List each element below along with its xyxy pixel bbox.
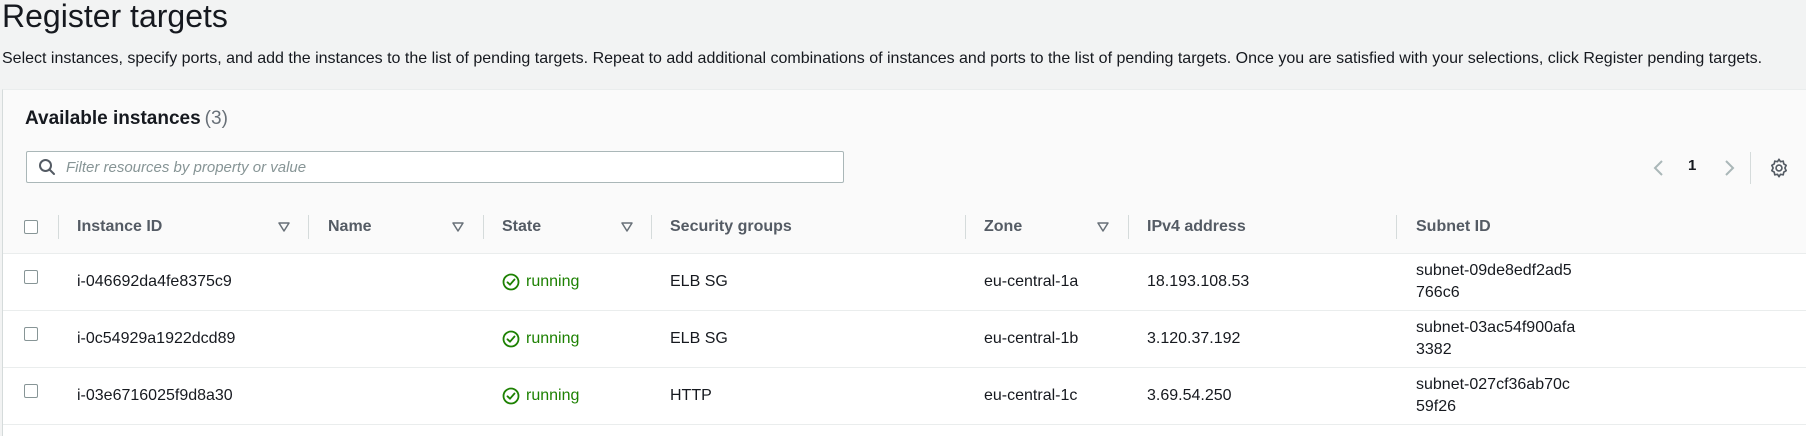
status-badge: running — [502, 330, 579, 348]
instance-id-cell: i-046692da4fe8375c9 — [77, 273, 232, 290]
state-label: running — [526, 387, 580, 404]
available-instances-panel: Available instances(3) 1 Instance ID Nam… — [2, 89, 1806, 436]
column-divider — [1128, 215, 1129, 239]
ipv4-cell: 3.120.37.192 — [1147, 330, 1241, 347]
row-checkbox[interactable] — [24, 327, 38, 341]
column-divider — [58, 215, 59, 239]
row-checkbox[interactable] — [24, 270, 38, 284]
column-header-zone[interactable]: Zone — [984, 201, 1022, 253]
column-header-name[interactable]: Name — [328, 201, 372, 253]
column-divider — [965, 215, 966, 239]
panel-header: Available instances(3) 1 — [3, 90, 1806, 202]
state-cell: running — [502, 311, 579, 367]
page-description: Select instances, specify ports, and add… — [2, 50, 1763, 67]
column-divider — [1396, 215, 1397, 239]
state-cell: running — [502, 254, 579, 310]
panel-title-text: Available instances — [25, 108, 201, 129]
state-label: running — [526, 273, 580, 290]
check-circle-icon — [502, 330, 520, 348]
zone-cell: eu-central-1a — [984, 273, 1079, 290]
pager-divider — [1750, 152, 1751, 184]
table-row[interactable]: i-03e6716025f9d8a30 running HTTP eu-cent… — [3, 368, 1806, 425]
security-groups-cell: ELB SG — [670, 273, 728, 290]
column-divider — [651, 215, 652, 239]
column-header-security-groups[interactable]: Security groups — [670, 201, 792, 253]
caret-down-icon[interactable] — [621, 222, 633, 232]
panel-title: Available instances (3) — [25, 108, 228, 130]
zone-cell: eu-central-1c — [984, 387, 1078, 404]
page-title: Register targets — [2, 0, 228, 34]
table-header: Instance ID Name State Security groups Z… — [3, 201, 1806, 254]
gear-icon[interactable] — [1768, 157, 1790, 179]
subnet-id-cell: subnet-03ac54f900afa3382 — [1416, 319, 1576, 358]
zone-cell: eu-central-1b — [984, 330, 1079, 347]
instance-id-cell: i-0c54929a1922dcd89 — [77, 330, 236, 347]
instance-count: (3) — [204, 108, 228, 129]
ipv4-cell: 3.69.54.250 — [1147, 387, 1232, 404]
chevron-left-icon[interactable] — [1651, 158, 1667, 178]
caret-down-icon[interactable] — [452, 222, 464, 232]
chevron-right-icon[interactable] — [1721, 158, 1737, 178]
instance-id-cell: i-03e6716025f9d8a30 — [77, 387, 233, 404]
column-divider — [483, 215, 484, 239]
ipv4-cell: 18.193.108.53 — [1147, 273, 1250, 290]
row-checkbox[interactable] — [24, 384, 38, 398]
subnet-id-cell: subnet-09de8edf2ad5766c6 — [1416, 262, 1572, 301]
subnet-id-cell: subnet-027cf36ab70c59f26 — [1416, 376, 1570, 415]
check-circle-icon — [502, 387, 520, 405]
column-divider — [308, 215, 309, 239]
filter-box[interactable] — [26, 151, 844, 183]
caret-down-icon[interactable] — [278, 222, 290, 232]
filter-input[interactable] — [66, 158, 826, 176]
column-header-ipv4-address[interactable]: IPv4 address — [1147, 201, 1246, 253]
state-label: running — [526, 330, 580, 347]
column-header-state[interactable]: State — [502, 201, 541, 253]
state-cell: running — [502, 368, 579, 424]
check-circle-icon — [502, 273, 520, 291]
column-header-subnet-id[interactable]: Subnet ID — [1416, 201, 1491, 253]
current-page-number[interactable]: 1 — [1688, 157, 1696, 174]
caret-down-icon[interactable] — [1097, 222, 1109, 232]
column-header-instance-id[interactable]: Instance ID — [77, 201, 162, 253]
security-groups-cell: ELB SG — [670, 330, 728, 347]
status-badge: running — [502, 387, 579, 405]
status-badge: running — [502, 273, 579, 291]
select-all-checkbox[interactable] — [24, 220, 38, 234]
table-row[interactable]: i-046692da4fe8375c9 running ELB SG eu-ce… — [3, 254, 1806, 311]
security-groups-cell: HTTP — [670, 387, 712, 404]
search-icon — [39, 159, 55, 175]
table-row[interactable]: i-0c54929a1922dcd89 running ELB SG eu-ce… — [3, 311, 1806, 368]
